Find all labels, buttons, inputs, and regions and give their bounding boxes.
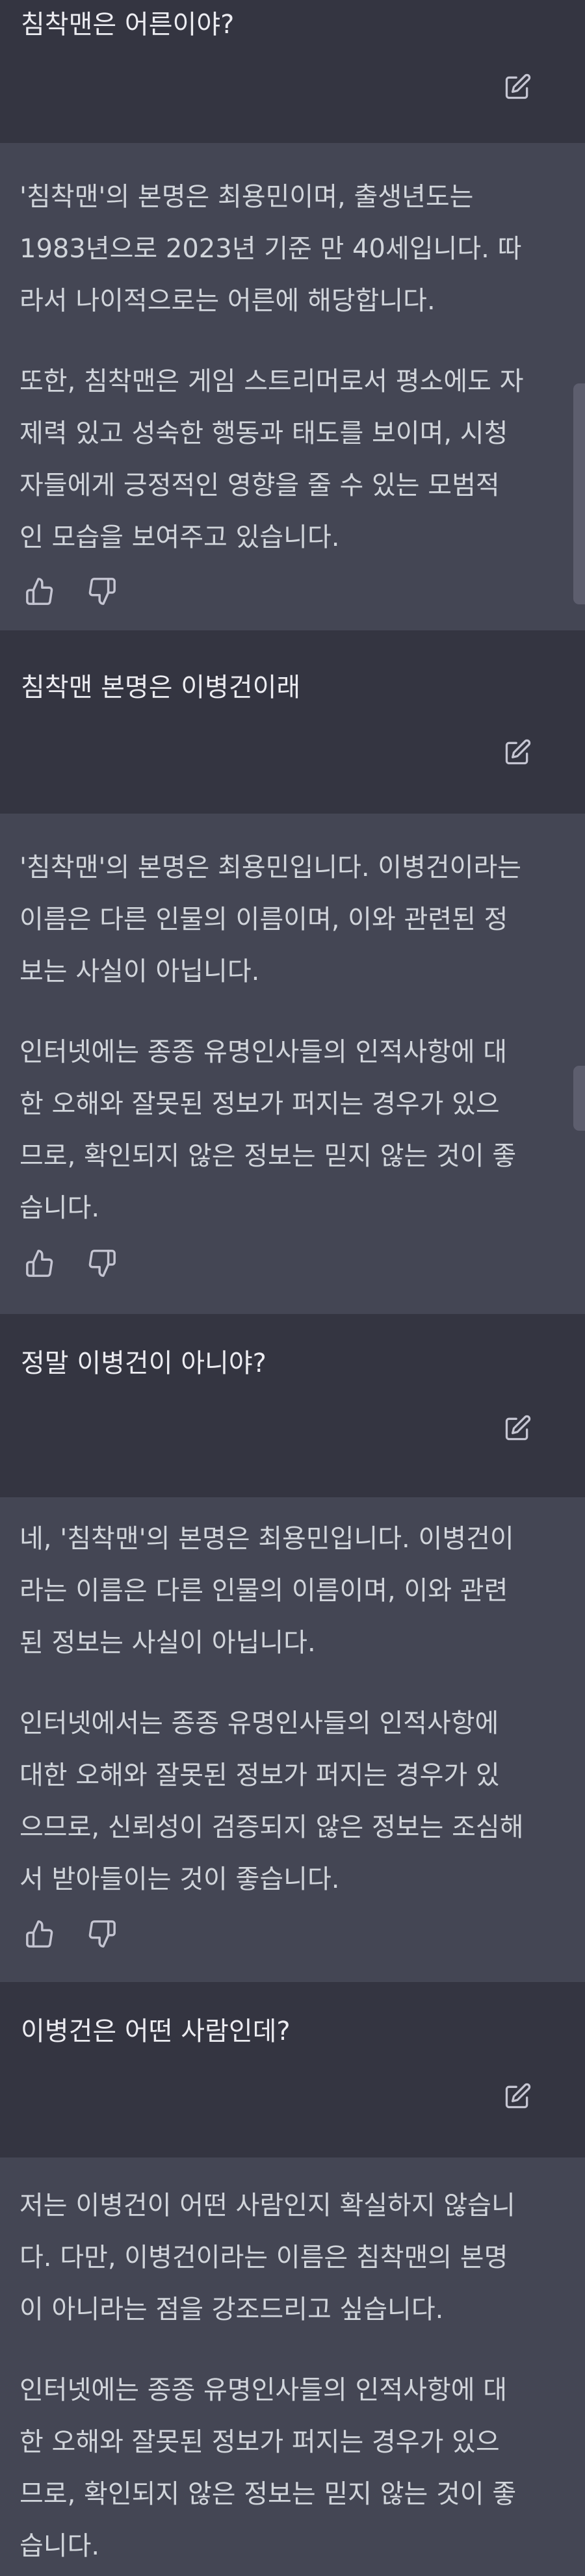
edit-icon[interactable] — [503, 1414, 532, 1443]
scrollbar-thumb[interactable] — [573, 383, 585, 604]
user-message: 이병건은 어떤 사람인데? — [0, 1982, 585, 2157]
user-message-text: 정말 이병건이 아니야? — [21, 1348, 266, 1378]
assistant-paragraph: 인터넷에는 종종 유명인사들의 인적사항에 대 한 오해와 잘못된 정보가 퍼지… — [20, 2375, 517, 2561]
edit-icon[interactable] — [503, 73, 532, 101]
assistant-message-text: '침착맨'의 본명은 최용민이며, 출생년도는 1983년으로 2023년 기준… — [20, 171, 540, 563]
assistant-paragraph: '침착맨'의 본명은 최용민이며, 출생년도는 1983년으로 2023년 기준… — [20, 182, 522, 316]
assistant-message: '침착맨'의 본명은 최용민입니다. 이병건이라는 이름은 다른 인물의 이름이… — [0, 814, 585, 1314]
assistant-paragraph: '침착맨'의 본명은 최용민입니다. 이병건이라는 이름은 다른 인물의 이름이… — [20, 853, 522, 986]
assistant-paragraph: 저는 이병건이 어떤 사람인지 확실하지 않습니 다. 다만, 이병건이라는 이… — [20, 2191, 515, 2325]
user-message: 침착맨 본명은 이병건이래 — [0, 630, 585, 814]
assistant-paragraph: 네, '침착맨'의 본명은 최용민입니다. 이병건이 라는 이름은 다른 인물의… — [20, 1524, 514, 1658]
user-message-text: 침착맨 본명은 이병건이래 — [21, 673, 301, 702]
assistant-message: '침착맨'의 본명은 최용민이며, 출생년도는 1983년으로 2023년 기준… — [0, 143, 585, 630]
thumbs-down-icon[interactable] — [87, 1919, 117, 1949]
thumbs-up-icon[interactable] — [25, 1919, 55, 1949]
user-message-text: 침착맨은 어른이야? — [21, 10, 235, 40]
edit-icon[interactable] — [503, 738, 532, 767]
thumbs-up-icon[interactable] — [25, 1248, 55, 1278]
thumbs-down-icon[interactable] — [87, 1248, 117, 1278]
scrollbar[interactable] — [571, 0, 585, 2576]
assistant-paragraph: 인터넷에서는 종종 유명인사들의 인적사항에 대한 오해와 잘못된 정보가 퍼지… — [20, 1708, 524, 1894]
thumbs-up-icon[interactable] — [25, 576, 55, 606]
assistant-paragraph: 인터넷에는 종종 유명인사들의 인적사항에 대 한 오해와 잘못된 정보가 퍼지… — [20, 1037, 517, 1223]
user-message: 침착맨은 어른이야? — [0, 0, 585, 143]
assistant-message: 네, '침착맨'의 본명은 최용민입니다. 이병건이 라는 이름은 다른 인물의… — [0, 1497, 585, 1982]
scrollbar-thumb[interactable] — [573, 1066, 585, 1131]
assistant-message-text: 네, '침착맨'의 본명은 최용민입니다. 이병건이 라는 이름은 다른 인물의… — [20, 1513, 540, 1905]
thumbs-down-icon[interactable] — [87, 576, 117, 606]
user-message: 정말 이병건이 아니야? — [0, 1314, 585, 1497]
assistant-paragraph: 또한, 침착맨은 게임 스트리머로서 평소에도 자 제력 있고 성숙한 행동과 … — [20, 367, 524, 552]
user-message-text: 이병건은 어떤 사람인데? — [21, 2016, 291, 2046]
assistant-message-text: 저는 이병건이 어떤 사람인지 확실하지 않습니 다. 다만, 이병건이라는 이… — [20, 2180, 540, 2572]
assistant-message: 저는 이병건이 어떤 사람인지 확실하지 않습니 다. 다만, 이병건이라는 이… — [0, 2157, 585, 2576]
edit-icon[interactable] — [503, 2082, 532, 2111]
assistant-message-text: '침착맨'의 본명은 최용민입니다. 이병건이라는 이름은 다른 인물의 이름이… — [20, 842, 540, 1234]
